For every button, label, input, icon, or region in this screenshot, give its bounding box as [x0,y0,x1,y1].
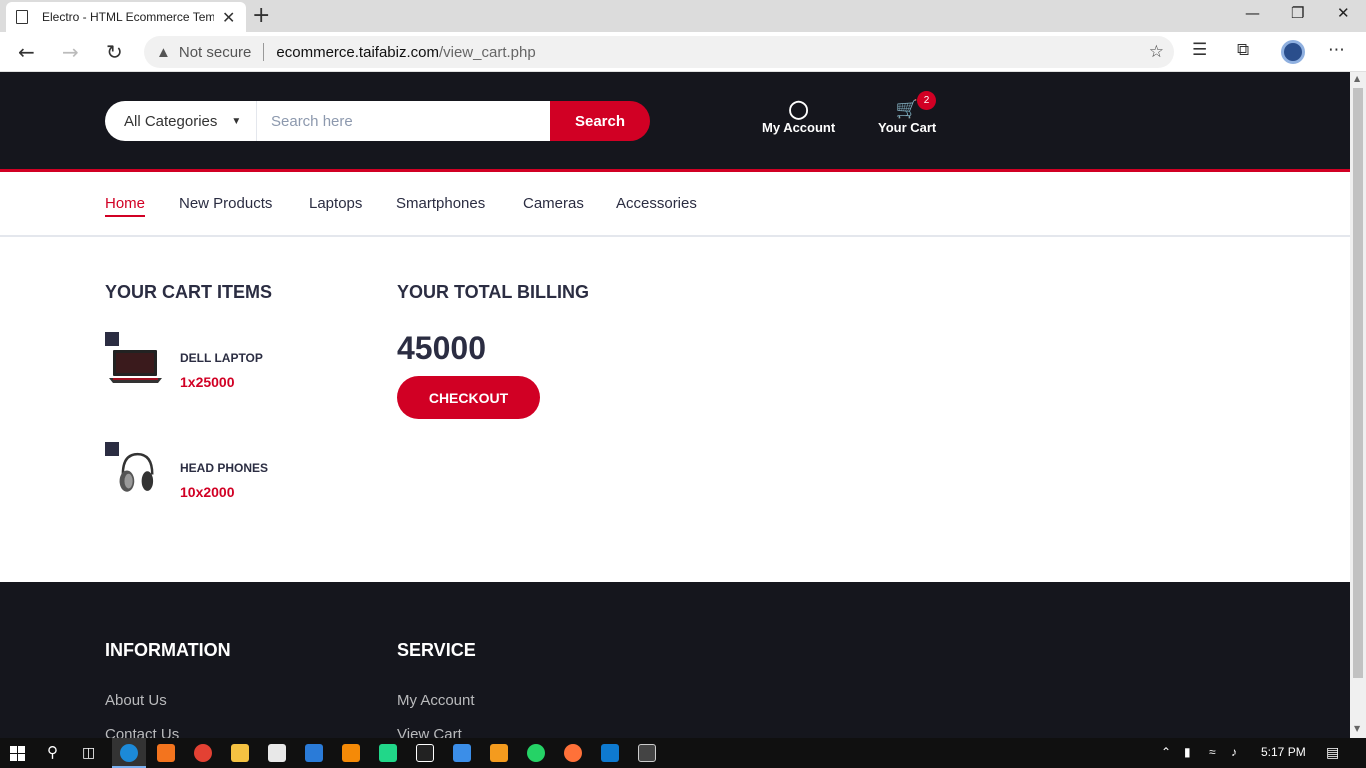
footer-link-my-account[interactable]: My Account [397,692,475,709]
cart-item: DELL LAPTOP 1x25000 [105,332,365,392]
browser-tab[interactable]: Electro - HTML Ecommerce Template ✕ [6,2,246,32]
cart-count-badge: 2 [917,91,936,110]
back-icon[interactable]: ← [18,40,35,64]
document-icon[interactable] [453,744,471,762]
notifications-icon[interactable]: ▤ [1326,744,1339,761]
window-close-icon[interactable]: ✕ [1337,4,1350,22]
profile-avatar[interactable] [1281,40,1305,64]
wifi-icon[interactable]: ≈ [1209,745,1216,759]
terminal-icon[interactable] [638,744,656,762]
battery-icon[interactable]: ▮ [1184,745,1191,759]
more-icon[interactable]: ⋯ [1328,40,1345,60]
main-nav: Home New Products Laptops Smartphones Ca… [0,175,1350,237]
billing-total: 45000 [397,330,486,366]
volume-icon[interactable]: ♪ [1231,745,1237,759]
cart-item-name[interactable]: DELL LAPTOP [180,351,263,365]
site-header: All Categories ▼ Search ◯ My Account 🛒 Y… [0,72,1350,172]
address-bar[interactable]: ▲ Not secure ecommerce.taifabiz.com/view… [144,36,1174,68]
clock-time[interactable]: 5:17 PM [1261,745,1306,759]
nav-smartphones[interactable]: Smartphones [396,195,485,212]
checkout-button[interactable]: CHECKOUT [397,376,540,419]
nav-home[interactable]: Home [105,195,146,217]
pycharm-icon[interactable] [379,744,397,762]
scrollbar-thumb[interactable] [1353,88,1363,678]
billing-heading: YOUR TOTAL BILLING [397,282,589,302]
browser-tab-bar: Electro - HTML Ecommerce Template ✕ + — … [0,0,1366,32]
my-account-label: My Account [762,120,836,135]
url-host: ecommerce.taifabiz.com [276,43,439,61]
xampp-icon[interactable] [157,744,175,762]
vscode-icon[interactable] [601,744,619,762]
cart-item: HEAD PHONES 10x2000 [105,442,365,502]
nav-accessories[interactable]: Accessories [616,195,697,212]
security-status[interactable]: Not secure [179,44,252,61]
footer-link-contact-us[interactable]: Contact Us [105,726,179,738]
file-explorer-icon[interactable] [231,744,249,762]
url-path: /view_cart.php [438,43,536,61]
nav-new-products[interactable]: New Products [179,195,272,212]
favorite-star-icon[interactable]: ☆ [1149,42,1164,62]
sublime-icon[interactable] [490,744,508,762]
vlc-icon[interactable] [342,744,360,762]
firefox-icon[interactable] [564,744,582,762]
category-select[interactable]: All Categories ▼ [105,101,257,141]
cart-item-qty: 10x2000 [180,484,235,500]
scroll-down-icon[interactable]: ▼ [1354,724,1360,733]
footer-service-heading: SERVICE [397,640,476,660]
site-footer: INFORMATION About Us Contact Us SERVICE … [0,582,1350,738]
category-selected: All Categories [124,112,218,130]
page-scrollbar[interactable]: ▲ ▼ [1350,72,1366,738]
user-icon: ◯ [788,99,809,119]
search-button[interactable]: Search [550,101,650,141]
mail-icon[interactable] [305,744,323,762]
footer-information-heading: INFORMATION [105,640,231,660]
whatsapp-icon[interactable] [527,744,545,762]
cart-item-name[interactable]: HEAD PHONES [180,461,268,475]
your-cart-label: Your Cart [878,120,937,135]
chrome-icon[interactable] [194,744,212,762]
nav-cameras[interactable]: Cameras [523,195,584,212]
cart-items-heading: YOUR CART ITEMS [105,282,273,302]
edge-icon[interactable] [120,744,138,762]
refresh-icon[interactable]: ↻ [106,40,123,64]
scroll-up-icon[interactable]: ▲ [1354,74,1360,83]
search-icon[interactable]: ⚲ [47,743,58,761]
intellij-icon[interactable] [416,744,434,762]
footer-link-view-cart[interactable]: View Cart [397,726,462,738]
favorites-icon[interactable]: ☰ [1192,40,1207,60]
tray-chevron-up-icon[interactable]: ⌃ [1161,745,1171,759]
cart-item-qty: 1x25000 [180,374,235,390]
collections-icon[interactable]: ⧉ [1237,40,1249,60]
tab-close-icon[interactable]: ✕ [222,8,235,27]
chevron-down-icon: ▼ [231,115,242,127]
search-input[interactable] [257,101,550,141]
forward-icon[interactable]: → [62,40,79,64]
new-tab-icon[interactable]: + [252,3,270,28]
headphones-thumbnail[interactable] [108,450,163,495]
store-icon[interactable] [268,744,286,762]
task-view-icon[interactable]: ◫ [82,744,95,761]
my-account-link[interactable]: ◯ My Account [762,98,835,135]
windows-taskbar: ⚲ ◫ ⌃ ▮ ≈ ♪ 5:17 PM ▤ [0,738,1366,768]
laptop-thumbnail[interactable] [108,340,163,385]
search-form: All Categories ▼ Search [105,101,650,141]
footer-link-about-us[interactable]: About Us [105,692,167,709]
nav-laptops[interactable]: Laptops [309,195,362,212]
browser-toolbar: ← → ↻ ▲ Not secure ecommerce.taifabiz.co… [0,32,1366,72]
warning-icon: ▲ [156,43,171,61]
page-icon [16,10,28,24]
tab-title: Electro - HTML Ecommerce Template [42,10,214,24]
windows-start-icon[interactable] [10,746,25,761]
restore-icon[interactable]: ❐ [1291,4,1304,22]
your-cart-link[interactable]: 🛒 Your Cart 2 [878,91,937,135]
minimize-icon[interactable]: — [1245,4,1260,22]
